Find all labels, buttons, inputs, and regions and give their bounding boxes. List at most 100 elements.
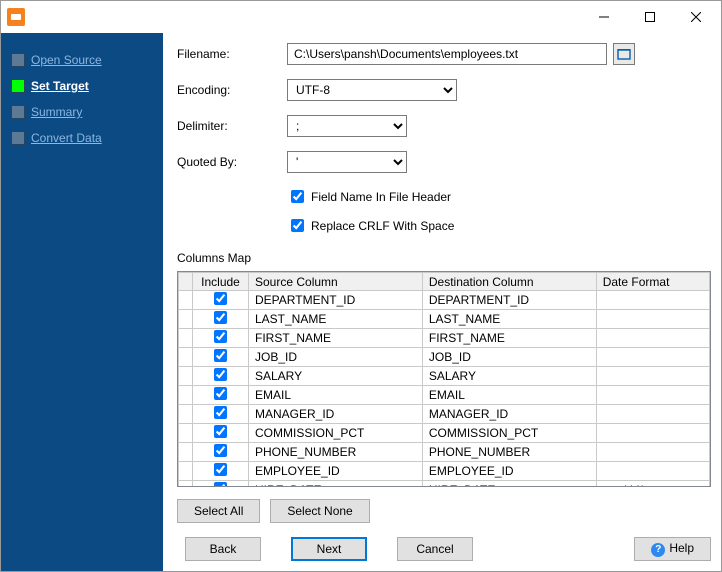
source-column-header[interactable]: Source Column [249, 273, 423, 291]
step-marker-icon [11, 131, 25, 145]
folder-icon [617, 47, 631, 61]
include-checkbox[interactable] [214, 368, 227, 381]
destination-column-cell[interactable]: DEPARTMENT_ID [422, 291, 596, 310]
destination-column-cell[interactable]: COMMISSION_PCT [422, 424, 596, 443]
date-format-cell[interactable] [596, 424, 709, 443]
include-checkbox[interactable] [214, 330, 227, 343]
destination-column-cell[interactable]: JOB_ID [422, 348, 596, 367]
replace-crlf-label[interactable]: Replace CRLF With Space [311, 219, 454, 233]
row-handle[interactable] [179, 405, 193, 424]
include-checkbox[interactable] [214, 387, 227, 400]
table-row[interactable]: HIRE_DATEHIRE_DATEmm/dd/yyyy [179, 481, 710, 488]
wizard-steps-sidebar: Open SourceSet TargetSummaryConvert Data [1, 33, 163, 571]
source-column-cell[interactable]: DEPARTMENT_ID [249, 291, 423, 310]
include-checkbox[interactable] [214, 425, 227, 438]
destination-column-cell[interactable]: EMPLOYEE_ID [422, 462, 596, 481]
date-format-cell[interactable] [596, 367, 709, 386]
date-format-cell[interactable] [596, 291, 709, 310]
wizard-step[interactable]: Summary [1, 99, 163, 125]
row-handle-header [179, 273, 193, 291]
destination-column-cell[interactable]: MANAGER_ID [422, 405, 596, 424]
table-row[interactable]: MANAGER_IDMANAGER_ID [179, 405, 710, 424]
quoted-by-select[interactable]: ' [287, 151, 407, 173]
field-name-in-header-label[interactable]: Field Name In File Header [311, 190, 451, 204]
date-format-cell[interactable] [596, 405, 709, 424]
date-format-header[interactable]: Date Format [596, 273, 709, 291]
select-all-button[interactable]: Select All [177, 499, 260, 523]
source-column-cell[interactable]: SALARY [249, 367, 423, 386]
source-column-cell[interactable]: LAST_NAME [249, 310, 423, 329]
source-column-cell[interactable]: COMMISSION_PCT [249, 424, 423, 443]
source-column-cell[interactable]: MANAGER_ID [249, 405, 423, 424]
date-format-cell[interactable] [596, 443, 709, 462]
date-format-cell[interactable] [596, 348, 709, 367]
row-handle[interactable] [179, 443, 193, 462]
field-name-in-header-checkbox[interactable] [291, 190, 304, 203]
row-handle[interactable] [179, 348, 193, 367]
browse-file-button[interactable] [613, 43, 635, 65]
filename-input[interactable] [287, 43, 607, 65]
row-handle[interactable] [179, 329, 193, 348]
encoding-select[interactable]: UTF-8 [287, 79, 457, 101]
source-column-cell[interactable]: EMAIL [249, 386, 423, 405]
destination-column-cell[interactable]: HIRE_DATE [422, 481, 596, 488]
next-button[interactable]: Next [291, 537, 367, 561]
date-format-cell[interactable] [596, 310, 709, 329]
table-row[interactable]: EMPLOYEE_IDEMPLOYEE_ID [179, 462, 710, 481]
row-handle[interactable] [179, 367, 193, 386]
table-row[interactable]: PHONE_NUMBERPHONE_NUMBER [179, 443, 710, 462]
include-checkbox[interactable] [214, 311, 227, 324]
cancel-button[interactable]: Cancel [397, 537, 473, 561]
columns-map-label: Columns Map [177, 251, 711, 265]
table-row[interactable]: SALARYSALARY [179, 367, 710, 386]
source-column-cell[interactable]: JOB_ID [249, 348, 423, 367]
destination-column-cell[interactable]: PHONE_NUMBER [422, 443, 596, 462]
delimiter-select[interactable]: ; [287, 115, 407, 137]
source-column-cell[interactable]: EMPLOYEE_ID [249, 462, 423, 481]
row-handle[interactable] [179, 310, 193, 329]
table-row[interactable]: JOB_IDJOB_ID [179, 348, 710, 367]
date-format-cell[interactable] [596, 462, 709, 481]
row-handle[interactable] [179, 386, 193, 405]
include-checkbox[interactable] [214, 444, 227, 457]
table-row[interactable]: COMMISSION_PCTCOMMISSION_PCT [179, 424, 710, 443]
include-checkbox[interactable] [214, 406, 227, 419]
select-none-button[interactable]: Select None [270, 499, 369, 523]
app-icon [7, 8, 25, 26]
source-column-cell[interactable]: PHONE_NUMBER [249, 443, 423, 462]
destination-column-cell[interactable]: EMAIL [422, 386, 596, 405]
source-column-cell[interactable]: FIRST_NAME [249, 329, 423, 348]
destination-column-cell[interactable]: LAST_NAME [422, 310, 596, 329]
replace-crlf-checkbox[interactable] [291, 219, 304, 232]
destination-column-header[interactable]: Destination Column [422, 273, 596, 291]
table-row[interactable]: DEPARTMENT_IDDEPARTMENT_ID [179, 291, 710, 310]
window-maximize-button[interactable] [627, 2, 673, 32]
destination-column-cell[interactable]: FIRST_NAME [422, 329, 596, 348]
include-checkbox[interactable] [214, 482, 227, 487]
table-row[interactable]: EMAILEMAIL [179, 386, 710, 405]
table-row[interactable]: LAST_NAMELAST_NAME [179, 310, 710, 329]
window-close-button[interactable] [673, 2, 719, 32]
row-handle[interactable] [179, 462, 193, 481]
table-row[interactable]: FIRST_NAMEFIRST_NAME [179, 329, 710, 348]
wizard-step[interactable]: Open Source [1, 47, 163, 73]
include-checkbox[interactable] [214, 349, 227, 362]
include-header[interactable]: Include [193, 273, 249, 291]
row-handle[interactable] [179, 481, 193, 488]
include-checkbox[interactable] [214, 463, 227, 476]
destination-column-cell[interactable]: SALARY [422, 367, 596, 386]
date-format-cell[interactable] [596, 386, 709, 405]
back-button[interactable]: Back [185, 537, 261, 561]
include-checkbox[interactable] [214, 292, 227, 305]
wizard-step[interactable]: Convert Data [1, 125, 163, 151]
source-column-cell[interactable]: HIRE_DATE [249, 481, 423, 488]
window-minimize-button[interactable] [581, 2, 627, 32]
row-handle[interactable] [179, 291, 193, 310]
columns-map-table[interactable]: Include Source Column Destination Column… [177, 271, 711, 487]
row-handle[interactable] [179, 424, 193, 443]
step-marker-icon [11, 105, 25, 119]
wizard-step[interactable]: Set Target [1, 73, 163, 99]
date-format-cell[interactable]: mm/dd/yyyy [596, 481, 709, 488]
date-format-cell[interactable] [596, 329, 709, 348]
help-button[interactable]: ?Help [634, 537, 711, 561]
